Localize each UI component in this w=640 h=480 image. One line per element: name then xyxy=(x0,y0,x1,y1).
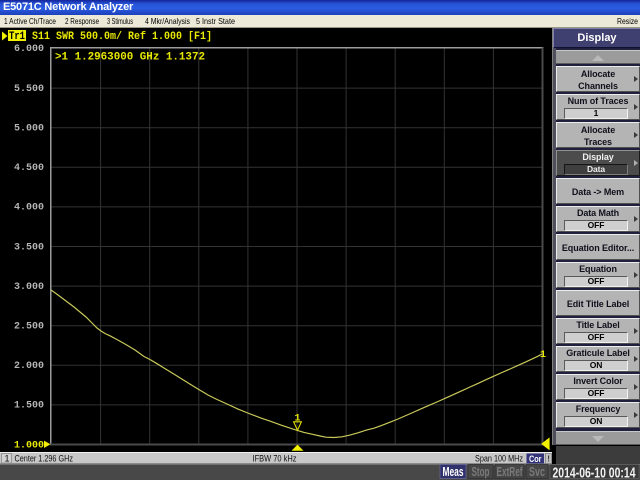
svg-text:3.000: 3.000 xyxy=(14,282,44,293)
svg-text:IFBW 70 kHz: IFBW 70 kHz xyxy=(253,454,297,464)
svg-text:2.000: 2.000 xyxy=(14,361,44,372)
svg-text:Span 100 MHz: Span 100 MHz xyxy=(475,454,523,464)
svg-text:4 Mkr/Analysis: 4 Mkr/Analysis xyxy=(145,16,190,26)
svg-text:5.500: 5.500 xyxy=(14,84,44,95)
svg-text:2 Response: 2 Response xyxy=(65,16,99,26)
svg-text:Cor: Cor xyxy=(529,454,542,464)
svg-text:5 Instr State: 5 Instr State xyxy=(196,16,235,26)
svg-text:3 Stimulus: 3 Stimulus xyxy=(107,16,133,26)
svg-text:!: ! xyxy=(547,455,550,464)
svg-text:1: 1 xyxy=(5,454,10,464)
svg-text:ExtRef: ExtRef xyxy=(497,464,523,479)
svg-text:Meas: Meas xyxy=(443,464,464,479)
svg-text:4.000: 4.000 xyxy=(14,203,44,214)
svg-text:1: 1 xyxy=(540,350,546,361)
svg-text:Center 1.296 GHz: Center 1.296 GHz xyxy=(15,454,74,464)
svg-text:1.000: 1.000 xyxy=(14,440,44,451)
svg-text:Svc: Svc xyxy=(529,464,545,479)
svg-text:Resize: Resize xyxy=(617,16,638,26)
svg-text:>1 1.2963000 GHz 1.1372: >1 1.2963000 GHz 1.1372 xyxy=(55,52,205,64)
svg-text:Stop: Stop xyxy=(472,464,490,479)
svg-text:S11 SWR 500.0m/ Ref 1.000 [F1]: S11 SWR 500.0m/ Ref 1.000 [F1] xyxy=(32,31,212,43)
svg-text:3.500: 3.500 xyxy=(14,243,44,254)
svg-text:4.500: 4.500 xyxy=(14,163,44,174)
svg-text:5.000: 5.000 xyxy=(14,124,44,135)
svg-text:2014-06-10 00:14: 2014-06-10 00:14 xyxy=(553,464,636,480)
svg-text:1.500: 1.500 xyxy=(14,401,44,412)
svg-text:Tr1: Tr1 xyxy=(9,31,25,43)
svg-text:1: 1 xyxy=(295,414,301,425)
svg-text:1 Active Ch/Trace: 1 Active Ch/Trace xyxy=(4,16,56,26)
svg-text:2.500: 2.500 xyxy=(14,322,44,333)
svg-text:6.000: 6.000 xyxy=(14,44,44,55)
